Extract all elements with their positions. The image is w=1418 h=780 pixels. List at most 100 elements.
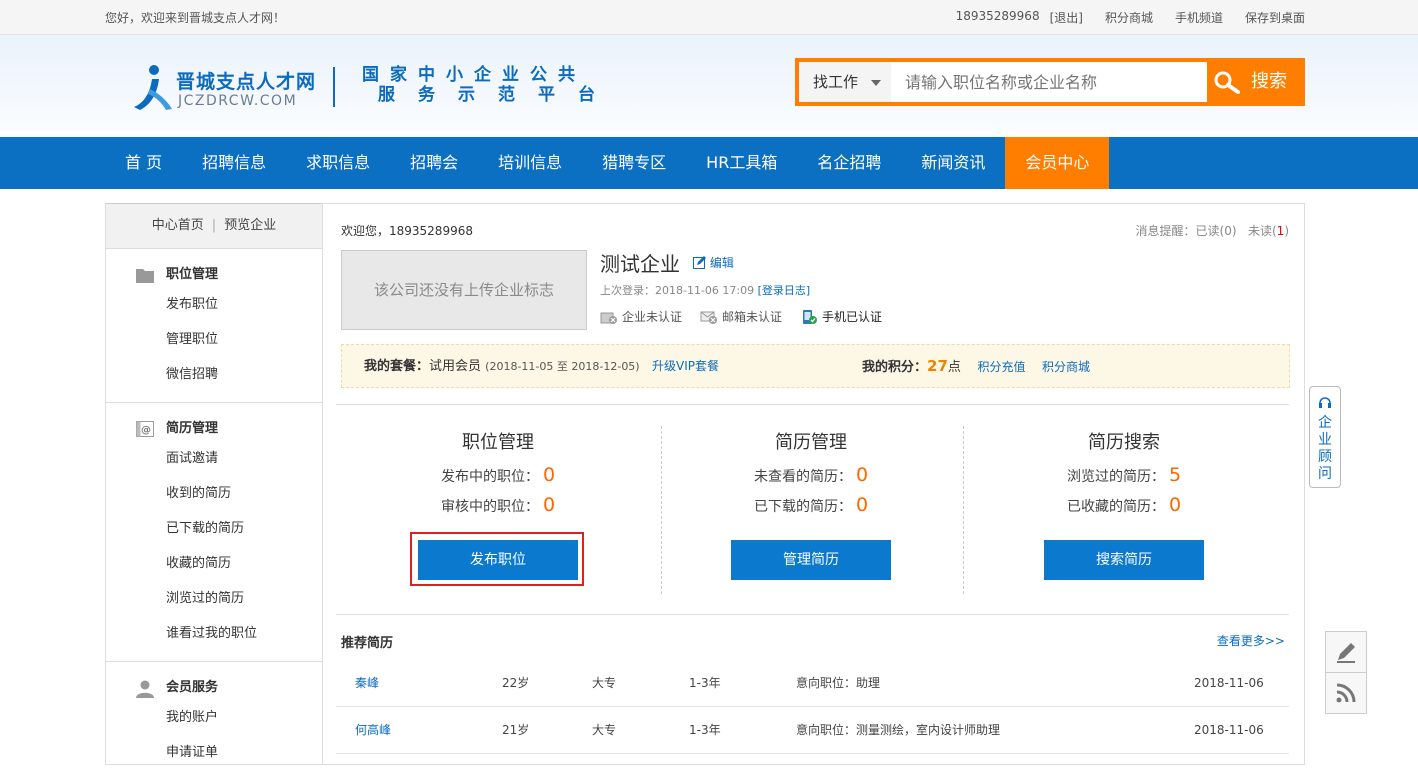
sidebar-item-received-resumes[interactable]: 收到的简历 xyxy=(106,476,322,511)
advisor-label: 企业顾问 xyxy=(1318,415,1332,482)
nav-member-center[interactable]: 会员中心 xyxy=(1005,137,1110,189)
view-more-link[interactable]: 查看更多>> xyxy=(1217,632,1285,649)
resume-intent: 意向职位：助理 xyxy=(796,676,881,690)
nav-hr-tools[interactable]: HR工具箱 xyxy=(686,137,797,189)
nav-famous-companies[interactable]: 名企招聘 xyxy=(797,137,901,189)
search-type-select[interactable]: 找工作 xyxy=(799,62,891,102)
sidebar-group-member: 会员服务 我的账户 申请证单 xyxy=(106,662,322,780)
resume-name-link[interactable]: 秦峰 xyxy=(355,660,379,706)
stats-row: 浏览过的简历： 5 xyxy=(1066,464,1182,486)
unread-messages-link[interactable]: 未读(1) xyxy=(1248,224,1289,238)
site-header: 晋城支点人才网 JCZDRCW.COM 国家中小企业公共 服务示范平台 找工作 … xyxy=(0,35,1418,137)
resume-age: 21岁 xyxy=(502,723,530,737)
phone-cert-icon xyxy=(803,309,818,324)
rss-button[interactable] xyxy=(1325,672,1367,714)
search-button-label: 搜索 xyxy=(1251,71,1287,92)
points-shop-link-2[interactable]: 积分商城 xyxy=(1042,360,1090,374)
stats-row: 已下载的简历： 0 xyxy=(753,494,869,516)
points-shop-link[interactable]: 积分商城 xyxy=(1105,9,1153,26)
manage-resumes-button[interactable]: 管理简历 xyxy=(731,540,891,580)
email-cert-status[interactable]: 邮箱未认证 xyxy=(700,308,782,325)
company-cert-status[interactable]: 企业未认证 xyxy=(600,308,682,325)
resume-age: 22岁 xyxy=(502,676,530,690)
phone-cert-status[interactable]: 手机已认证 xyxy=(800,308,882,325)
save-to-desktop-link[interactable]: 保存到桌面 xyxy=(1245,9,1305,26)
points-value: 27 xyxy=(927,357,948,375)
resume-experience: 1-3年 xyxy=(689,723,721,737)
read-messages-link[interactable]: 已读(0) xyxy=(1196,224,1237,238)
upgrade-vip-link[interactable]: 升级VIP套餐 xyxy=(652,359,719,373)
user-icon xyxy=(136,680,154,698)
sidebar-item-who-viewed-jobs[interactable]: 谁看过我的职位 xyxy=(106,616,322,651)
center-home-link[interactable]: 中心首页 xyxy=(152,218,204,233)
stats-row: 未查看的简历： 0 xyxy=(753,464,869,486)
search-button[interactable]: 搜索 xyxy=(1207,58,1305,106)
feedback-button[interactable] xyxy=(1325,631,1367,673)
svg-text:@: @ xyxy=(141,425,151,436)
logo-person-icon xyxy=(134,65,172,110)
points-info: 我的积分：27点 积分充值 积分商城 xyxy=(862,357,1090,375)
sidebar-item-apply-voucher[interactable]: 申请证单 xyxy=(106,735,322,770)
nav-headhunting[interactable]: 猎聘专区 xyxy=(582,137,686,189)
stats-row: 已收藏的简历： 0 xyxy=(1066,494,1182,516)
sidebar-item-my-account[interactable]: 我的账户 xyxy=(106,700,322,735)
points-recharge-link[interactable]: 积分充值 xyxy=(977,360,1025,374)
slogan-line-2: 服务示范平台 xyxy=(378,85,618,105)
divider xyxy=(336,404,1289,405)
chevron-down-icon xyxy=(871,80,881,86)
company-logo-placeholder[interactable]: 该公司还没有上传企业标志 xyxy=(341,250,587,330)
table-row: 秦峰 22岁 大专 1-3年 意向职位：助理 2018-11-06 xyxy=(336,660,1289,707)
company-advisor-tab[interactable]: 企业顾问 xyxy=(1309,386,1341,488)
highlight-box xyxy=(410,532,584,586)
stats-title: 简历管理 xyxy=(775,432,847,453)
top-bar: 您好，欢迎来到晋城支点人才网！ 18935289968 [退出] 积分商城 手机… xyxy=(0,0,1418,35)
sidebar-item-downloaded-resumes[interactable]: 已下载的简历 xyxy=(106,511,322,546)
greeting: 欢迎您，18935289968 xyxy=(341,224,473,238)
divider xyxy=(336,614,1289,615)
pencil-icon xyxy=(1337,643,1355,663)
sidebar-group-resumes: @ 简历管理 面试邀请 收到的简历 已下载的简历 收藏的简历 浏览过的简历 谁看… xyxy=(106,403,322,662)
user-phone: 18935289968 xyxy=(955,9,1040,23)
member-center-main: 欢迎您，18935289968 消息提醒：已读(0) 未读(1) 该公司还没有上… xyxy=(321,203,1305,765)
rss-icon xyxy=(1336,683,1356,703)
stats-resume-search: 简历搜索 浏览过的简历： 5 已收藏的简历： 0 搜索简历 xyxy=(974,426,1274,596)
nav-job-fair[interactable]: 招聘会 xyxy=(390,137,478,189)
company-name: 测试企业 xyxy=(600,252,680,276)
resume-date: 2018-11-06 xyxy=(1194,676,1264,690)
sidebar-item-post-job[interactable]: 发布职位 xyxy=(106,287,322,322)
sidebar-item-interview-invites[interactable]: 面试邀请 xyxy=(106,441,322,476)
edit-icon xyxy=(693,256,706,269)
preview-company-link[interactable]: 预览企业 xyxy=(224,218,276,233)
site-logo[interactable]: 晋城支点人才网 JCZDRCW.COM xyxy=(132,63,322,115)
mobile-channel-link[interactable]: 手机频道 xyxy=(1175,9,1223,26)
nav-jobs[interactable]: 招聘信息 xyxy=(182,137,286,189)
sidebar-item-saved-resumes[interactable]: 收藏的简历 xyxy=(106,546,322,581)
last-login: 上次登录：2018-11-06 17:09 [登录日志] xyxy=(600,284,811,297)
resume-name-link[interactable]: 何高峰 xyxy=(355,707,391,753)
package-period: (2018-11-05 至 2018-12-05) xyxy=(485,360,640,373)
nav-news[interactable]: 新闻资讯 xyxy=(901,137,1005,189)
sidebar-item-viewed-resumes[interactable]: 浏览过的简历 xyxy=(106,581,322,616)
nav-resumes[interactable]: 求职信息 xyxy=(286,137,390,189)
email-cert-icon xyxy=(700,311,718,324)
edit-company-link[interactable]: 编辑 xyxy=(693,254,734,271)
sidebar-group-title: 职位管理 xyxy=(106,263,322,287)
logout-link[interactable]: [退出] xyxy=(1050,9,1083,26)
search-resumes-button[interactable]: 搜索简历 xyxy=(1044,540,1204,580)
stats-title: 职位管理 xyxy=(462,432,534,453)
separator: | xyxy=(211,218,217,233)
search-input[interactable] xyxy=(891,62,1207,102)
at-icon: @ xyxy=(136,421,154,437)
nav-home[interactable]: 首 页 xyxy=(105,137,182,189)
login-log-link[interactable]: [登录日志] xyxy=(758,284,811,297)
resume-education: 大专 xyxy=(592,723,617,737)
package-bar: 我的套餐：试用会员 (2018-11-05 至 2018-12-05) 升级VI… xyxy=(341,344,1290,388)
sidebar-item-wechat-recruit[interactable]: 微信招聘 xyxy=(106,357,322,392)
sidebar-item-manage-jobs[interactable]: 管理职位 xyxy=(106,322,322,357)
stats-title: 简历搜索 xyxy=(1088,432,1160,453)
resume-education: 大专 xyxy=(592,676,617,690)
nav-training[interactable]: 培训信息 xyxy=(478,137,582,189)
package-name: 试用会员 xyxy=(429,359,482,374)
sidebar-group-title: @ 简历管理 xyxy=(106,417,322,441)
logo-domain: JCZDRCW.COM xyxy=(178,93,298,109)
